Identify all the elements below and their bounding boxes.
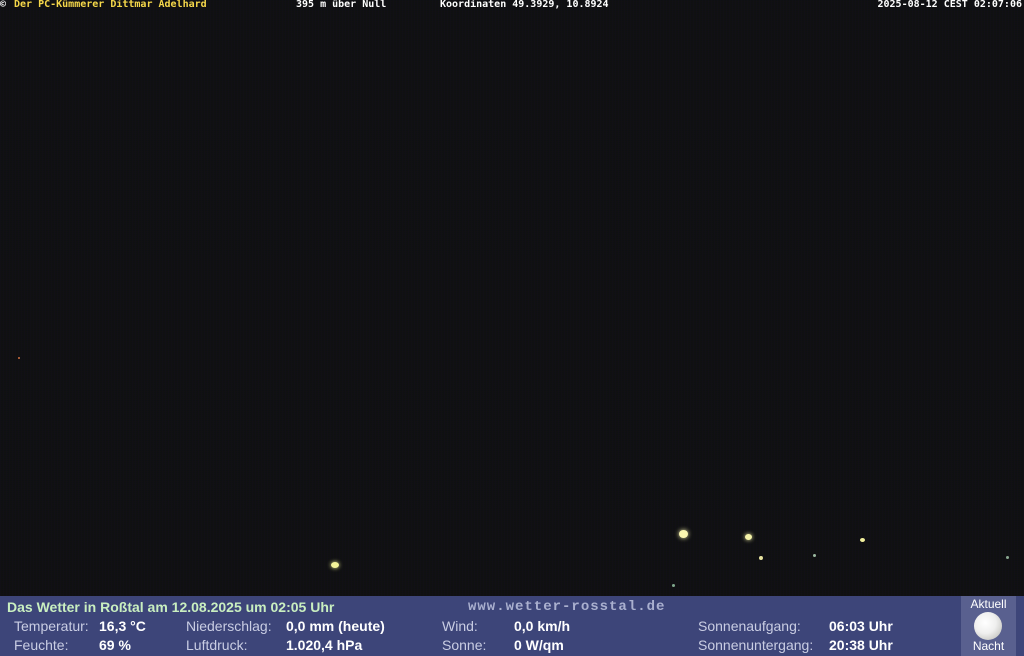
website-link[interactable]: www.wetter-rosstal.de bbox=[468, 599, 665, 615]
moon-label-current: Aktuell bbox=[970, 597, 1007, 611]
pressure-label: Luftdruck: bbox=[186, 637, 248, 653]
moon-phase-box: Aktuell Nacht bbox=[961, 596, 1016, 656]
city-light bbox=[860, 538, 865, 542]
city-light bbox=[679, 530, 688, 538]
webcam-info-overlay: © Der PC-Kümmerer Dittmar Adelhard 395 m… bbox=[0, 0, 1024, 10]
precipitation-label: Niederschlag: bbox=[186, 618, 272, 634]
timestamp-text: 2025-08-12 CEST 02:07:06 bbox=[877, 0, 1023, 10]
sunrise-value: 06:03 Uhr bbox=[829, 618, 893, 634]
altitude-text: 395 m über Null bbox=[296, 0, 387, 10]
city-light bbox=[672, 584, 675, 587]
humidity-value: 69 % bbox=[99, 637, 131, 653]
wind-label: Wind: bbox=[442, 618, 478, 634]
author-text: Der PC-Kümmerer Dittmar Adelhard bbox=[14, 0, 207, 10]
humidity-label: Feuchte: bbox=[14, 637, 69, 653]
moon-label-night: Nacht bbox=[972, 639, 1005, 653]
city-light bbox=[745, 534, 752, 540]
city-light bbox=[18, 357, 20, 359]
sun-value: 0 W/qm bbox=[514, 637, 564, 653]
pressure-value: 1.020,4 hPa bbox=[286, 637, 363, 653]
sunset-value: 20:38 Uhr bbox=[829, 637, 893, 653]
sunset-label: Sonnenuntergang: bbox=[698, 637, 814, 653]
coordinates-text: Koordinaten 49.3929, 10.8924 bbox=[440, 0, 609, 10]
sun-label: Sonne: bbox=[442, 637, 487, 653]
city-light bbox=[1006, 556, 1009, 559]
copyright-icon: © bbox=[0, 0, 7, 10]
wind-value: 0,0 km/h bbox=[514, 618, 571, 634]
moon-icon bbox=[974, 612, 1002, 640]
sunrise-label: Sonnenaufgang: bbox=[698, 618, 801, 634]
city-light bbox=[331, 562, 339, 568]
precipitation-value: 0,0 mm (heute) bbox=[286, 618, 385, 634]
webcam-image bbox=[0, 0, 1024, 596]
city-light bbox=[759, 556, 763, 560]
weather-title: Das Wetter in Roßtal am 12.08.2025 um 02… bbox=[7, 599, 335, 615]
weather-panel: Das Wetter in Roßtal am 12.08.2025 um 02… bbox=[0, 596, 1024, 656]
temperature-value: 16,3 °C bbox=[99, 618, 146, 634]
city-light bbox=[813, 554, 816, 557]
panel-edge bbox=[1016, 596, 1024, 656]
temperature-label: Temperatur: bbox=[14, 618, 89, 634]
